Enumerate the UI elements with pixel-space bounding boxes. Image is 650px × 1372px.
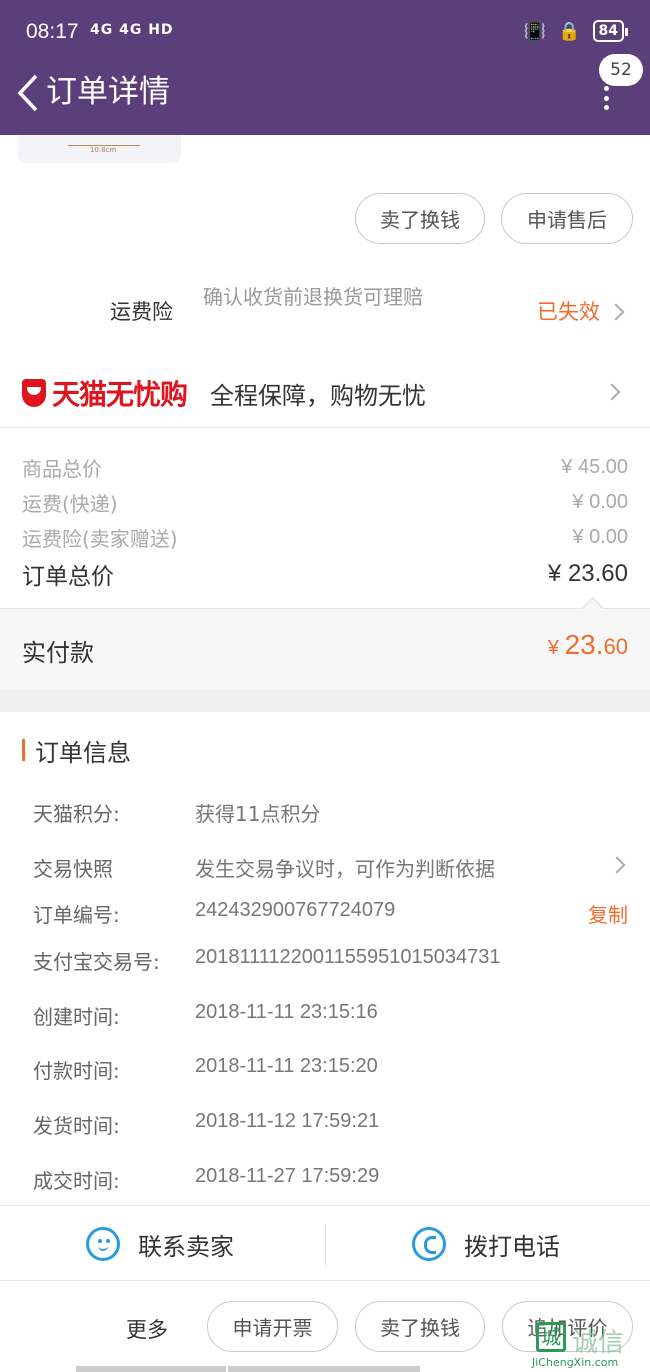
signal-icon: 4G 4G HD <box>90 22 174 38</box>
chevron-left-icon <box>17 74 38 112</box>
status-time: 08:17 <box>26 20 79 43</box>
tmall-logo: 天猫无忧购 <box>22 373 188 413</box>
product-thumbnail[interactable]: 10.8cm <box>18 135 181 163</box>
order-info-title: 订单信息 <box>22 733 131 767</box>
contact-divider <box>325 1224 326 1268</box>
more-button[interactable]: 更多 <box>126 1314 168 1344</box>
freight-insurance-label: 运费险 <box>110 300 173 324</box>
price-row-goods: 商品总价 ¥ 45.00 <box>22 453 628 482</box>
paid-value: ¥ 23.60 <box>547 629 628 660</box>
price-label: 商品总价 <box>22 457 102 481</box>
lock-rotation-icon: 🔒 <box>558 20 581 42</box>
home-indicator <box>76 1366 226 1372</box>
price-value: ¥ 0.00 <box>572 526 628 548</box>
chevron-right-icon <box>603 383 621 401</box>
price-row-insurance: 运费险(卖家赠送) ¥ 0.00 <box>22 523 628 552</box>
watermark-logo: 城 诚信 JiChengXin.com <box>532 1322 650 1372</box>
dimension-caption: 10.8cm <box>90 146 117 154</box>
call-button[interactable]: 拨打电话 <box>412 1206 560 1282</box>
home-indicator <box>228 1366 420 1372</box>
tmall-guarantee-row[interactable]: 天猫无忧购 全程保障，购物无忧 <box>0 360 650 428</box>
price-label: 运费(快递) <box>22 492 118 516</box>
paid-amount-box: 实付款 ¥ 23.60 <box>0 608 650 690</box>
apply-invoice-button[interactable]: 申请开票 <box>207 1301 338 1352</box>
apply-aftersale-button[interactable]: 申请售后 <box>501 193 633 244</box>
paid-notch-fill <box>582 599 604 610</box>
section-divider <box>0 690 650 712</box>
tmall-shield-icon <box>22 379 46 407</box>
chevron-right-icon <box>607 303 625 321</box>
tmall-brand: 天猫无忧购 <box>52 378 188 411</box>
chat-face-icon <box>86 1227 120 1261</box>
top-bar: 08:17 4G 4G HD 📳 🔒 84 订单详情 52 <box>0 0 650 135</box>
sell-for-cash-button[interactable]: 卖了换钱 <box>355 193 485 244</box>
price-row-shipping: 运费(快递) ¥ 0.00 <box>22 488 628 517</box>
chevron-right-icon <box>608 856 626 874</box>
more-menu-icon[interactable] <box>600 86 612 110</box>
contact-seller-button[interactable]: 联系卖家 <box>86 1206 234 1282</box>
status-bar: 08:17 4G 4G HD 📳 🔒 84 <box>0 0 650 66</box>
price-label: 运费险(卖家赠送) <box>22 527 178 551</box>
freight-insurance-desc: 确认收货前退换货可理赔 <box>203 285 423 309</box>
copy-button[interactable]: 复制 <box>588 899 628 928</box>
sell-for-cash-button-footer[interactable]: 卖了换钱 <box>355 1301 485 1352</box>
battery-icon: 84 <box>592 20 629 42</box>
total-label: 订单总价 <box>22 564 114 590</box>
section-accent-bar <box>22 739 25 761</box>
back-button[interactable] <box>8 70 48 116</box>
message-badge[interactable]: 52 <box>599 54 643 86</box>
price-value: ¥ 45.00 <box>561 456 628 478</box>
contact-bar: 联系卖家 拨打电话 <box>0 1205 650 1281</box>
freight-insurance-status[interactable]: 已失效 <box>537 296 600 326</box>
total-value: ¥ 23.60 <box>547 560 628 587</box>
tmall-guarantee-text: 全程保障，购物无忧 <box>210 382 426 410</box>
phone-icon <box>412 1227 446 1261</box>
page-title: 订单详情 <box>46 74 170 110</box>
price-value: ¥ 0.00 <box>572 491 628 513</box>
paid-label: 实付款 <box>22 639 94 667</box>
status-right-icons: 📳 🔒 84 <box>523 20 629 42</box>
price-row-total: 订单总价 ¥ 23.60 <box>22 557 628 591</box>
vibrate-icon: 📳 <box>523 20 547 42</box>
